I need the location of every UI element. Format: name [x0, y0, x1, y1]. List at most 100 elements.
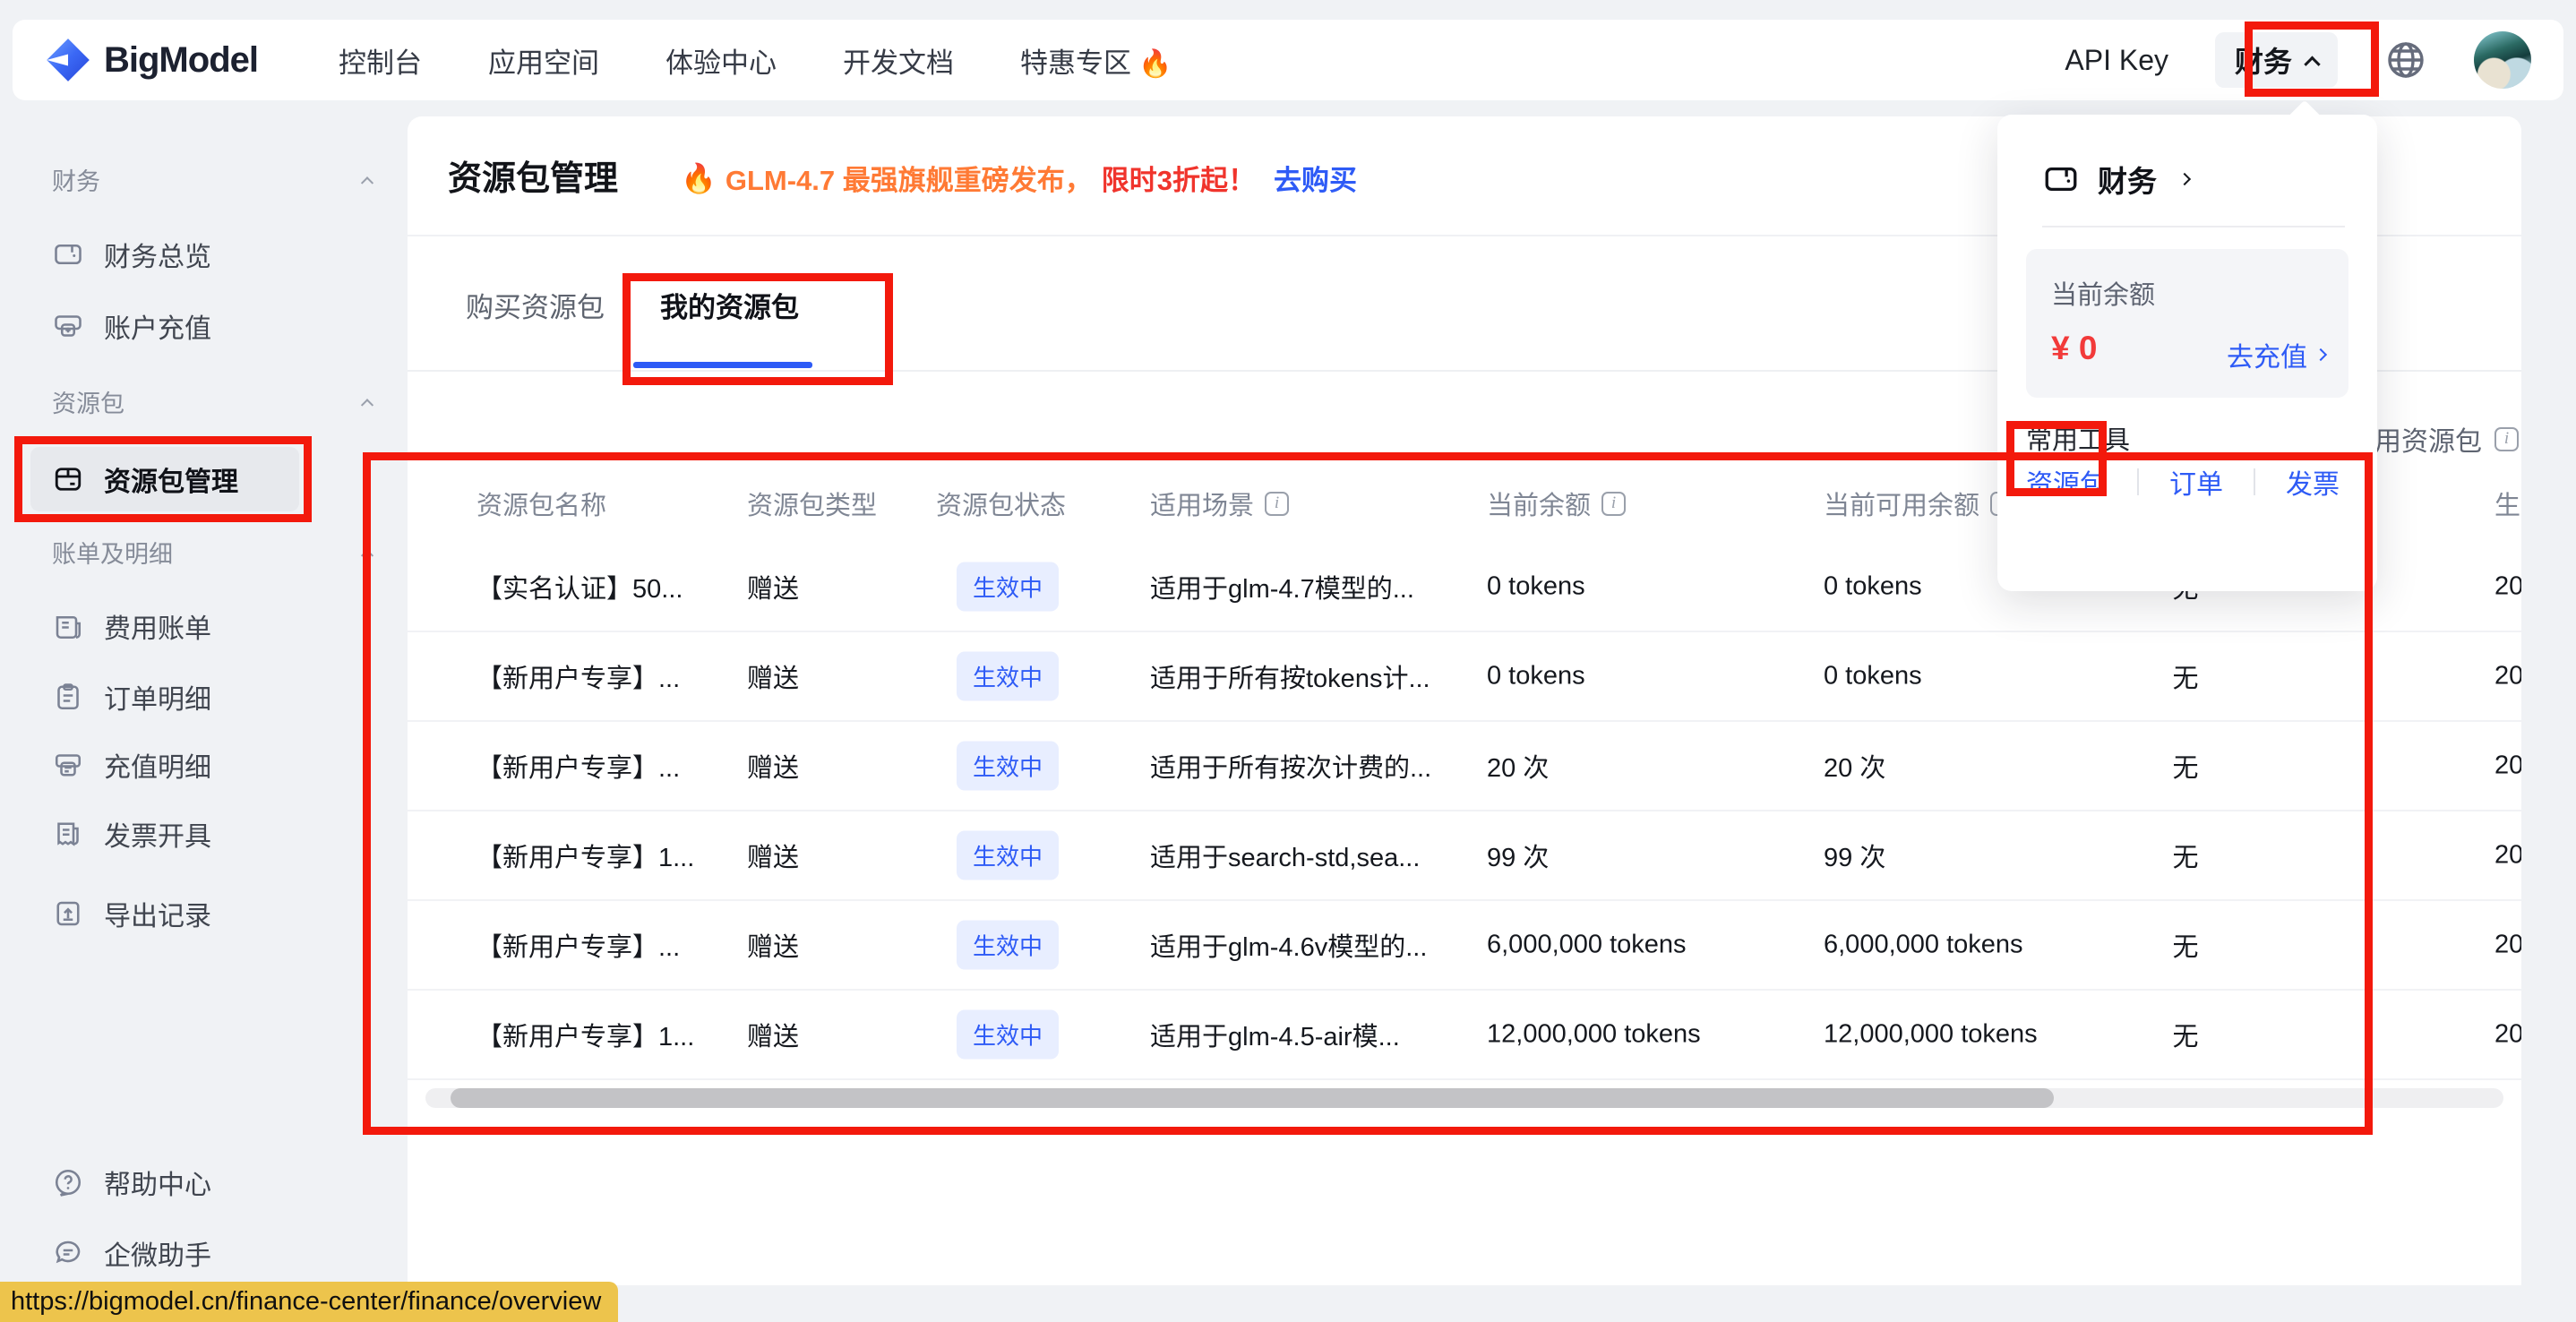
show-available-toggle-label-partial[interactable]: 用资源包 i: [2374, 419, 2519, 459]
nav-docs[interactable]: 开发文档: [843, 40, 954, 81]
finance-dropdown-panel: 财务 当前余额 ¥ 0 去充值 常用工具 资源包 订单 发票: [1997, 115, 2377, 591]
table-row[interactable]: 【新用户专享】... 赠送 生效中 适用于所有按tokens计... 0 tok…: [408, 632, 2521, 722]
column-header-status: 资源包状态: [936, 476, 1066, 530]
promo-banner: 🔥 GLM-4.7 最强旗舰重磅发布， 限时3折起！ 去购买: [681, 158, 1357, 198]
package-icon: [52, 463, 84, 495]
pack-available: 12,000,000 tokens: [1824, 1020, 2038, 1050]
recharge-record-icon: [52, 749, 84, 781]
sidebar-item-invoice[interactable]: 发票开具: [30, 800, 299, 868]
nav-experience-center[interactable]: 体验中心: [665, 40, 777, 81]
pack-scene: 适用于search-std,sea...: [1150, 837, 1420, 874]
chevron-up-icon: [361, 176, 374, 189]
column-header-scene: 适用场景i: [1150, 476, 1289, 530]
chevron-up-icon: [2304, 56, 2320, 72]
sidebar-section-finance[interactable]: 财务: [52, 158, 372, 201]
bigmodel-logo[interactable]: BigModel: [45, 37, 258, 83]
status-badge: 生效中: [957, 921, 1059, 970]
sidebar-item-label: 导出记录: [104, 894, 211, 933]
nav-console[interactable]: 控制台: [339, 40, 422, 81]
pack-name: 【实名认证】50...: [477, 568, 683, 605]
wallet-icon: [52, 238, 84, 270]
column-header-type: 资源包类型: [747, 476, 877, 530]
api-key-link[interactable]: API Key: [2065, 44, 2168, 77]
pack-balance: 6,000,000 tokens: [1487, 931, 1687, 960]
pack-name: 【新用户专享】...: [477, 926, 680, 964]
chevron-up-icon: [361, 549, 374, 562]
horizontal-scrollbar-track[interactable]: [425, 1088, 2503, 1108]
pack-name: 【新用户专享】...: [477, 747, 680, 785]
invoice-icon: [52, 818, 84, 850]
info-icon[interactable]: i: [1265, 492, 1289, 516]
sidebar-item-expense-bill[interactable]: 费用账单: [30, 592, 299, 660]
sidebar-item-export-records[interactable]: 导出记录: [30, 880, 299, 948]
banner-text-red: 限时3折起！: [1102, 158, 1256, 198]
tab-buy-resource-pack[interactable]: 购买资源包: [466, 285, 605, 325]
help-icon: [52, 1166, 84, 1198]
user-avatar[interactable]: [2474, 31, 2531, 89]
table-row[interactable]: 【新用户专享】1... 赠送 生效中 适用于search-std,sea... …: [408, 811, 2521, 901]
table-row[interactable]: 【新用户专享】... 赠送 生效中 适用于所有按次计费的... 20 次 20 …: [408, 722, 2521, 811]
sidebar-item-help-center[interactable]: 帮助中心: [30, 1148, 299, 1216]
info-icon[interactable]: i: [2494, 427, 2519, 451]
sidebar-item-resource-pack-management[interactable]: 资源包管理: [30, 447, 299, 511]
pack-start-time-clipped: 20: [2494, 662, 2521, 691]
sidebar-item-label: 财务总览: [104, 235, 211, 274]
finance-menu-button[interactable]: 财务: [2215, 32, 2338, 88]
sidebar-item-finance-overview[interactable]: 财务总览: [30, 220, 299, 288]
dropdown-link-resource-pack[interactable]: 资源包: [2026, 462, 2107, 502]
tab-my-resource-pack[interactable]: 我的资源包: [660, 285, 799, 325]
pack-freeze: 无: [2114, 926, 2257, 964]
sidebar-item-order-details[interactable]: 订单明细: [30, 663, 299, 731]
sidebar-section-bills-details[interactable]: 账单及明细: [52, 530, 372, 573]
sidebar-item-label: 订单明细: [104, 677, 211, 717]
balance-label: 当前余额: [2051, 274, 2155, 312]
pack-freeze: 无: [2114, 837, 2257, 874]
pack-scene: 适用于glm-4.7模型的...: [1150, 568, 1414, 605]
table-row[interactable]: 【新用户专享】... 赠送 生效中 适用于glm-4.6v模型的... 6,00…: [408, 901, 2521, 991]
divider: [2254, 468, 2255, 495]
pack-freeze: 无: [2114, 657, 2257, 695]
pack-start-time-clipped: 20: [2494, 751, 2521, 781]
status-badge: 生效中: [957, 562, 1059, 612]
chevron-up-icon: [361, 399, 374, 411]
chevron-right-icon: [2314, 348, 2327, 361]
pack-balance: 12,000,000 tokens: [1487, 1020, 1701, 1050]
pack-scene: 适用于所有按次计费的...: [1150, 747, 1431, 785]
horizontal-scrollbar-thumb[interactable]: [451, 1088, 2054, 1108]
pack-balance: 0 tokens: [1487, 572, 1585, 602]
dropdown-pointer: [2288, 100, 2322, 133]
sidebar-item-label: 企微助手: [104, 1233, 211, 1273]
page-title: 资源包管理: [448, 150, 618, 200]
status-badge: 生效中: [957, 831, 1059, 880]
sidebar-item-label: 帮助中心: [104, 1163, 211, 1202]
banner-buy-link[interactable]: 去购买: [1274, 158, 1357, 198]
pack-balance: 0 tokens: [1487, 662, 1585, 691]
globe-icon[interactable]: [2384, 39, 2427, 82]
balance-value: ¥ 0: [2051, 330, 2097, 367]
dropdown-link-orders[interactable]: 订单: [2169, 462, 2223, 502]
sidebar-item-recharge-details[interactable]: 充值明细: [30, 731, 299, 799]
fire-icon: 🔥: [1138, 49, 1172, 79]
clipboard-icon: [52, 681, 84, 713]
table-row[interactable]: 【新用户专享】1... 赠送 生效中 适用于glm-4.5-air模... 12…: [408, 991, 2521, 1080]
top-nav: 控制台 应用空间 体验中心 开发文档 特惠专区🔥: [339, 40, 1172, 81]
nav-promo-zone[interactable]: 特惠专区🔥: [1020, 40, 1172, 81]
dropdown-finance-header[interactable]: 财务: [2042, 158, 2189, 201]
resource-pack-table: 【实名认证】50... 赠送 生效中 适用于glm-4.7模型的... 0 to…: [408, 543, 2521, 1080]
dropdown-link-invoice[interactable]: 发票: [2286, 462, 2340, 502]
pack-freeze: 无: [2114, 1016, 2257, 1053]
pack-balance: 99 次: [1487, 837, 1549, 874]
pack-type: 赠送: [747, 568, 799, 605]
recharge-link[interactable]: 去充值: [2227, 335, 2325, 374]
top-header-bar: BigModel 控制台 应用空间 体验中心 开发文档 特惠专区🔥 API Ke…: [13, 20, 2563, 100]
sidebar-section-resource-pack[interactable]: 资源包: [52, 380, 372, 423]
sidebar-item-label: 发票开具: [104, 814, 211, 854]
sidebar-item-account-recharge[interactable]: 账户充值: [30, 292, 299, 360]
pack-freeze: 无: [2114, 747, 2257, 785]
pack-start-time-clipped: 20: [2494, 1020, 2521, 1050]
pack-scene: 适用于glm-4.6v模型的...: [1150, 926, 1427, 964]
sidebar-item-wecom-assistant[interactable]: 企微助手: [30, 1219, 299, 1287]
status-bar-url: https://bigmodel.cn/finance-center/finan…: [0, 1282, 618, 1322]
nav-app-space[interactable]: 应用空间: [488, 40, 599, 81]
info-icon[interactable]: i: [1601, 492, 1626, 516]
